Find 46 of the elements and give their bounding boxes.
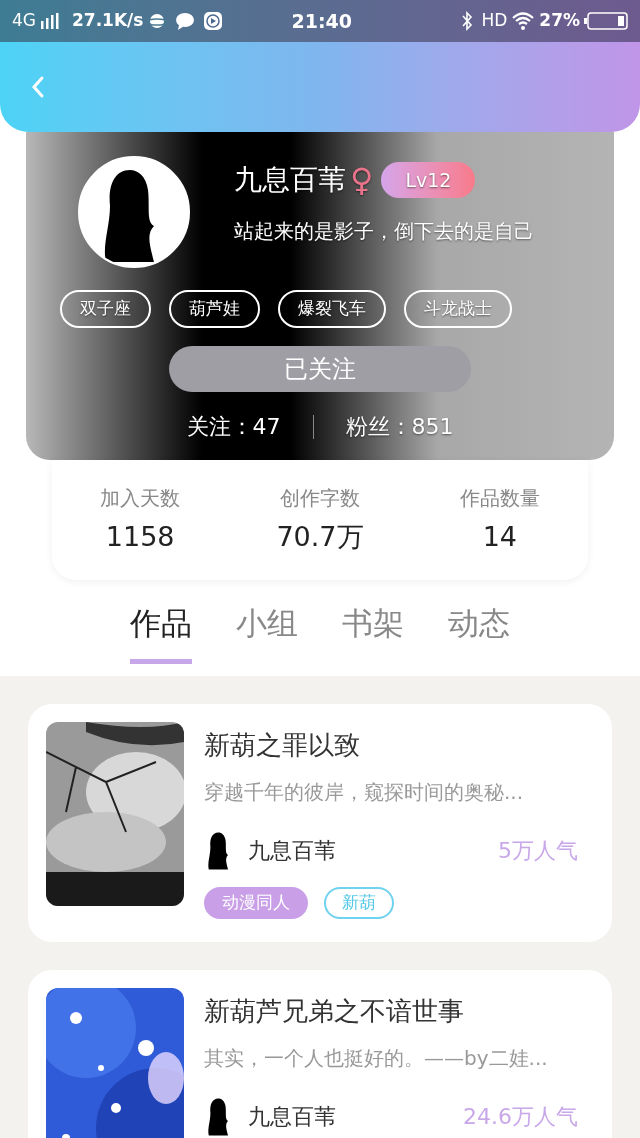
signal-icon	[40, 13, 60, 29]
work-summary: 穿越千年的彼岸，窥探时间的奥秘...	[204, 778, 525, 806]
work-title: 新葫之罪以致	[204, 728, 361, 762]
tab[interactable]: 作品	[130, 600, 192, 664]
battery-icon	[584, 12, 628, 30]
back-icon	[30, 75, 46, 99]
stat-value: 1158	[105, 519, 175, 554]
network-label: 4G	[12, 9, 36, 33]
play-icon	[203, 11, 224, 31]
stat-value: 70.7万	[276, 519, 364, 554]
follow-button[interactable]: 已关注	[169, 346, 471, 392]
stat-label: 作品数量	[459, 484, 540, 512]
tab[interactable]: 书架	[342, 600, 404, 664]
stat-value: 14	[482, 519, 517, 554]
work-card[interactable]: 新葫芦兄弟之不谙世事 其实，一个人也挺好的。——by二娃... 九息百苇 24.6万人气	[28, 969, 612, 1138]
stat-label: 加入天数	[100, 484, 181, 512]
tab[interactable]: 小组	[236, 600, 298, 664]
chat-icon	[175, 11, 196, 31]
following-count: 关注：47	[186, 413, 281, 441]
clock: 21:40	[291, 8, 352, 34]
battery-percent: 27%	[539, 9, 580, 33]
work-summary: 其实，一个人也挺好的。——by二娃...	[204, 1044, 549, 1072]
tab[interactable]: 动态	[448, 600, 510, 664]
user-name: 九息百苇	[234, 162, 346, 198]
network-speed: 27.1K/s	[72, 9, 144, 33]
work-card[interactable]: 新葫之罪以致 穿越千年的彼岸，窥探时间的奥秘... 九息百苇 5万人气 动漫同人 新葫	[28, 703, 612, 942]
followers-count: 粉丝：851	[345, 413, 454, 441]
planet-icon	[147, 11, 168, 31]
gender-symbol: ♀	[350, 160, 374, 201]
profile-tag: 葫芦娃	[169, 290, 260, 328]
genre-tag: 动漫同人	[204, 886, 308, 919]
profile-tag: 斗龙战士	[404, 290, 512, 328]
profile-tag: 双子座	[60, 290, 151, 328]
genre-tag: 新葫	[324, 886, 394, 919]
stat-label: 创作字数	[280, 484, 360, 512]
profile-tag: 爆裂飞车	[278, 290, 386, 328]
wifi-icon	[511, 11, 536, 31]
level-badge: Lv12	[381, 162, 476, 198]
work-title: 新葫芦兄弟之不谙世事	[204, 994, 465, 1028]
popularity: 5万人气	[498, 837, 578, 865]
author-name: 九息百苇	[248, 1103, 336, 1131]
popularity: 24.6万人气	[463, 1103, 578, 1131]
bluetooth-icon	[461, 11, 474, 31]
user-bio: 站起来的是影子，倒下去的是自己	[234, 218, 534, 245]
hd-label: HD	[481, 9, 508, 33]
author-name: 九息百苇	[248, 837, 336, 865]
